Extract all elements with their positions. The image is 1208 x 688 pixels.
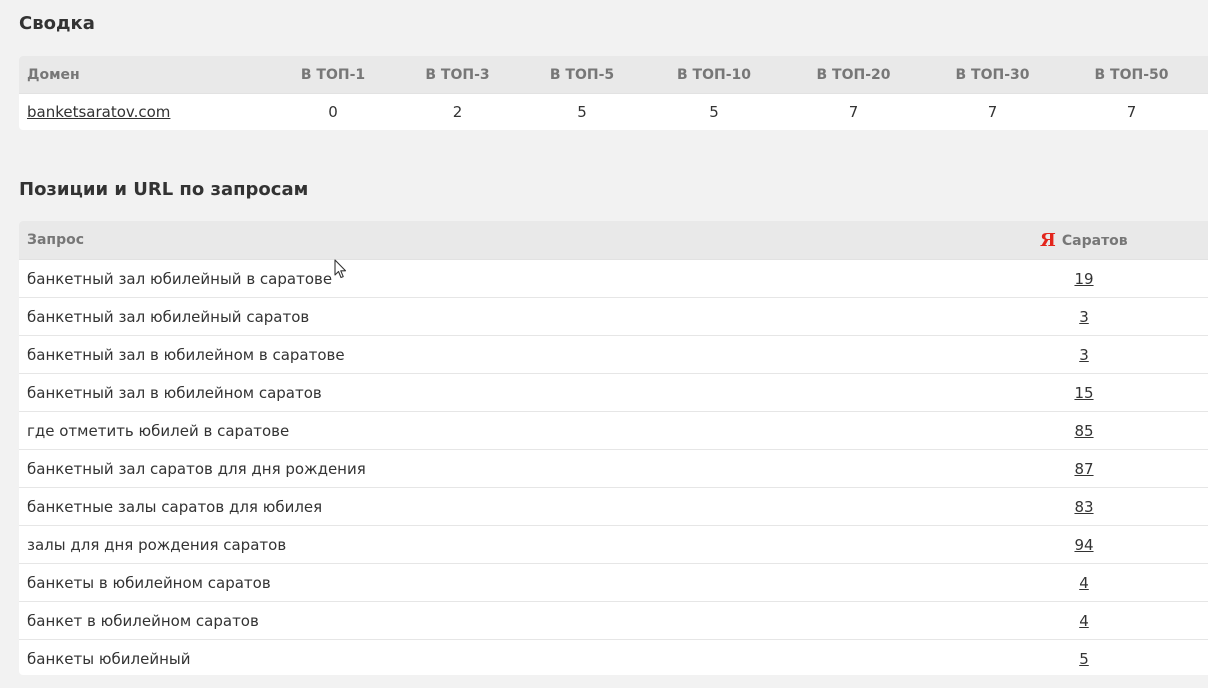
table-row: залы для дня рождения саратов 94 bbox=[19, 525, 1208, 564]
spacer-cell bbox=[1148, 601, 1208, 640]
spacer-cell bbox=[1148, 487, 1208, 526]
summary-row: banketsaratov.com 0 2 5 5 7 7 7 bbox=[19, 94, 1208, 131]
positions-table: Запрос Я Саратов банкетный зал юбилейный … bbox=[19, 221, 1208, 675]
spacer-cell bbox=[1148, 297, 1208, 336]
table-row: банкетный зал в юбилейном в саратове 3 bbox=[19, 335, 1208, 374]
query-cell: банкеты юбилейный bbox=[27, 649, 191, 668]
position-cell: 85 bbox=[1020, 411, 1148, 450]
top-50-value: 7 bbox=[1126, 103, 1137, 121]
table-row: банкеты в юбилейном саратов 4 bbox=[19, 563, 1208, 602]
position-link[interactable]: 83 bbox=[1074, 498, 1093, 516]
position-link[interactable]: 19 bbox=[1074, 270, 1093, 288]
top-20-value: 7 bbox=[848, 103, 859, 121]
top-10-value: 5 bbox=[709, 103, 719, 121]
positions-header-row: Запрос Я Саратов bbox=[19, 221, 1208, 260]
column-header-top-50: В ТОП-50 bbox=[1062, 56, 1201, 94]
position-cell: 19 bbox=[1020, 259, 1148, 298]
summary-header-row: Домен В ТОП-1 В ТОП-3 В ТОП-5 В ТОП-10 В… bbox=[19, 56, 1208, 94]
query-cell: банкетный зал в юбилейном саратов bbox=[19, 373, 1020, 412]
query-cell: банкет в юбилейном саратов bbox=[19, 601, 1020, 640]
column-header-top-3: В ТОП-3 bbox=[395, 56, 520, 94]
summary-title: Сводка bbox=[19, 13, 95, 34]
table-row: банкетный зал юбилейный в саратове 19 bbox=[19, 259, 1208, 298]
top-30-value: 7 bbox=[987, 103, 998, 121]
query-cell: банкетный зал юбилейный в саратове bbox=[19, 259, 1020, 298]
domain-link[interactable]: banketsaratov.com bbox=[27, 103, 170, 121]
column-header-top-1: В ТОП-1 bbox=[271, 56, 395, 94]
column-header-top-5: В ТОП-5 bbox=[520, 56, 644, 94]
query-cell: банкетный зал саратов для дня рождения bbox=[19, 449, 1020, 488]
table-row: банкетный зал саратов для дня рождения 87 bbox=[19, 449, 1208, 488]
spacer-cell bbox=[1201, 94, 1208, 131]
position-cell: 83 bbox=[1020, 487, 1148, 526]
domain-cell: banketsaratov.com bbox=[19, 94, 271, 131]
position-cell: 4 bbox=[1020, 563, 1148, 602]
spacer-cell bbox=[1148, 259, 1208, 298]
position-link[interactable]: 85 bbox=[1074, 422, 1093, 440]
top-5-value: 5 bbox=[577, 103, 587, 121]
position-cell: 3 bbox=[1020, 297, 1148, 336]
spacer-cell bbox=[1148, 449, 1208, 488]
table-row: где отметить юбилей в саратове 85 bbox=[19, 411, 1208, 450]
position-link[interactable]: 5 bbox=[1079, 650, 1089, 668]
spacer-cell bbox=[1148, 411, 1208, 450]
positions-panel: Запрос Я Саратов банкетный зал юбилейный … bbox=[19, 221, 1208, 675]
column-header-query: Запрос bbox=[19, 221, 1020, 260]
column-header-top-30: В ТОП-30 bbox=[923, 56, 1062, 94]
positions-title: Позиции и URL по запросам bbox=[19, 179, 309, 200]
position-link[interactable]: 94 bbox=[1074, 536, 1093, 554]
top-1-value: 0 bbox=[328, 103, 338, 121]
position-cell: 87 bbox=[1020, 449, 1148, 488]
table-row: банкеты юбилейный 5 bbox=[19, 640, 1208, 676]
table-row: банкетные залы саратов для юбилея 83 bbox=[19, 487, 1208, 526]
position-link[interactable]: 15 bbox=[1074, 384, 1093, 402]
query-cell: где отметить юбилей в саратове bbox=[19, 411, 1020, 450]
position-link[interactable]: 87 bbox=[1074, 460, 1093, 478]
table-row: банкет в юбилейном саратов 4 bbox=[19, 601, 1208, 640]
yandex-icon: Я bbox=[1040, 229, 1056, 251]
query-cell: банкетный зал в юбилейном в саратове bbox=[19, 335, 1020, 374]
query-cell: банкеты в юбилейном саратов bbox=[19, 563, 1020, 602]
position-link[interactable]: 4 bbox=[1079, 612, 1089, 630]
table-row: банкетный зал в юбилейном саратов 15 bbox=[19, 373, 1208, 412]
summary-table: Домен В ТОП-1 В ТОП-3 В ТОП-5 В ТОП-10 В… bbox=[19, 56, 1208, 130]
table-row: банкетный зал юбилейный саратов 3 bbox=[19, 297, 1208, 336]
column-header-top-20: В ТОП-20 bbox=[784, 56, 923, 94]
query-cell: банкетные залы саратов для юбилея bbox=[19, 487, 1020, 526]
position-cell: 5 bbox=[1020, 640, 1148, 676]
query-cell: залы для дня рождения саратов bbox=[19, 525, 1020, 564]
position-cell: 3 bbox=[1020, 335, 1148, 374]
top-3-value: 2 bbox=[452, 103, 463, 121]
column-header-spacer bbox=[1201, 56, 1208, 94]
spacer-cell bbox=[1148, 563, 1208, 602]
column-header-spacer bbox=[1148, 221, 1208, 260]
spacer-cell bbox=[1148, 373, 1208, 412]
position-link[interactable]: 3 bbox=[1079, 346, 1089, 364]
column-header-top-10: В ТОП-10 bbox=[644, 56, 784, 94]
position-cell: 94 bbox=[1020, 525, 1148, 564]
query-cell: банкетный зал юбилейный саратов bbox=[19, 297, 1020, 336]
column-header-domain: Домен bbox=[19, 56, 271, 94]
position-cell: 4 bbox=[1020, 601, 1148, 640]
spacer-cell bbox=[1148, 640, 1208, 676]
spacer-cell bbox=[1148, 335, 1208, 374]
column-header-region: Я Саратов bbox=[1020, 221, 1148, 260]
position-link[interactable]: 3 bbox=[1079, 308, 1089, 326]
summary-panel: Домен В ТОП-1 В ТОП-3 В ТОП-5 В ТОП-10 В… bbox=[19, 56, 1208, 130]
position-link[interactable]: 4 bbox=[1079, 574, 1089, 592]
region-label: Саратов bbox=[1061, 232, 1128, 249]
position-cell: 15 bbox=[1020, 373, 1148, 412]
spacer-cell bbox=[1148, 525, 1208, 564]
